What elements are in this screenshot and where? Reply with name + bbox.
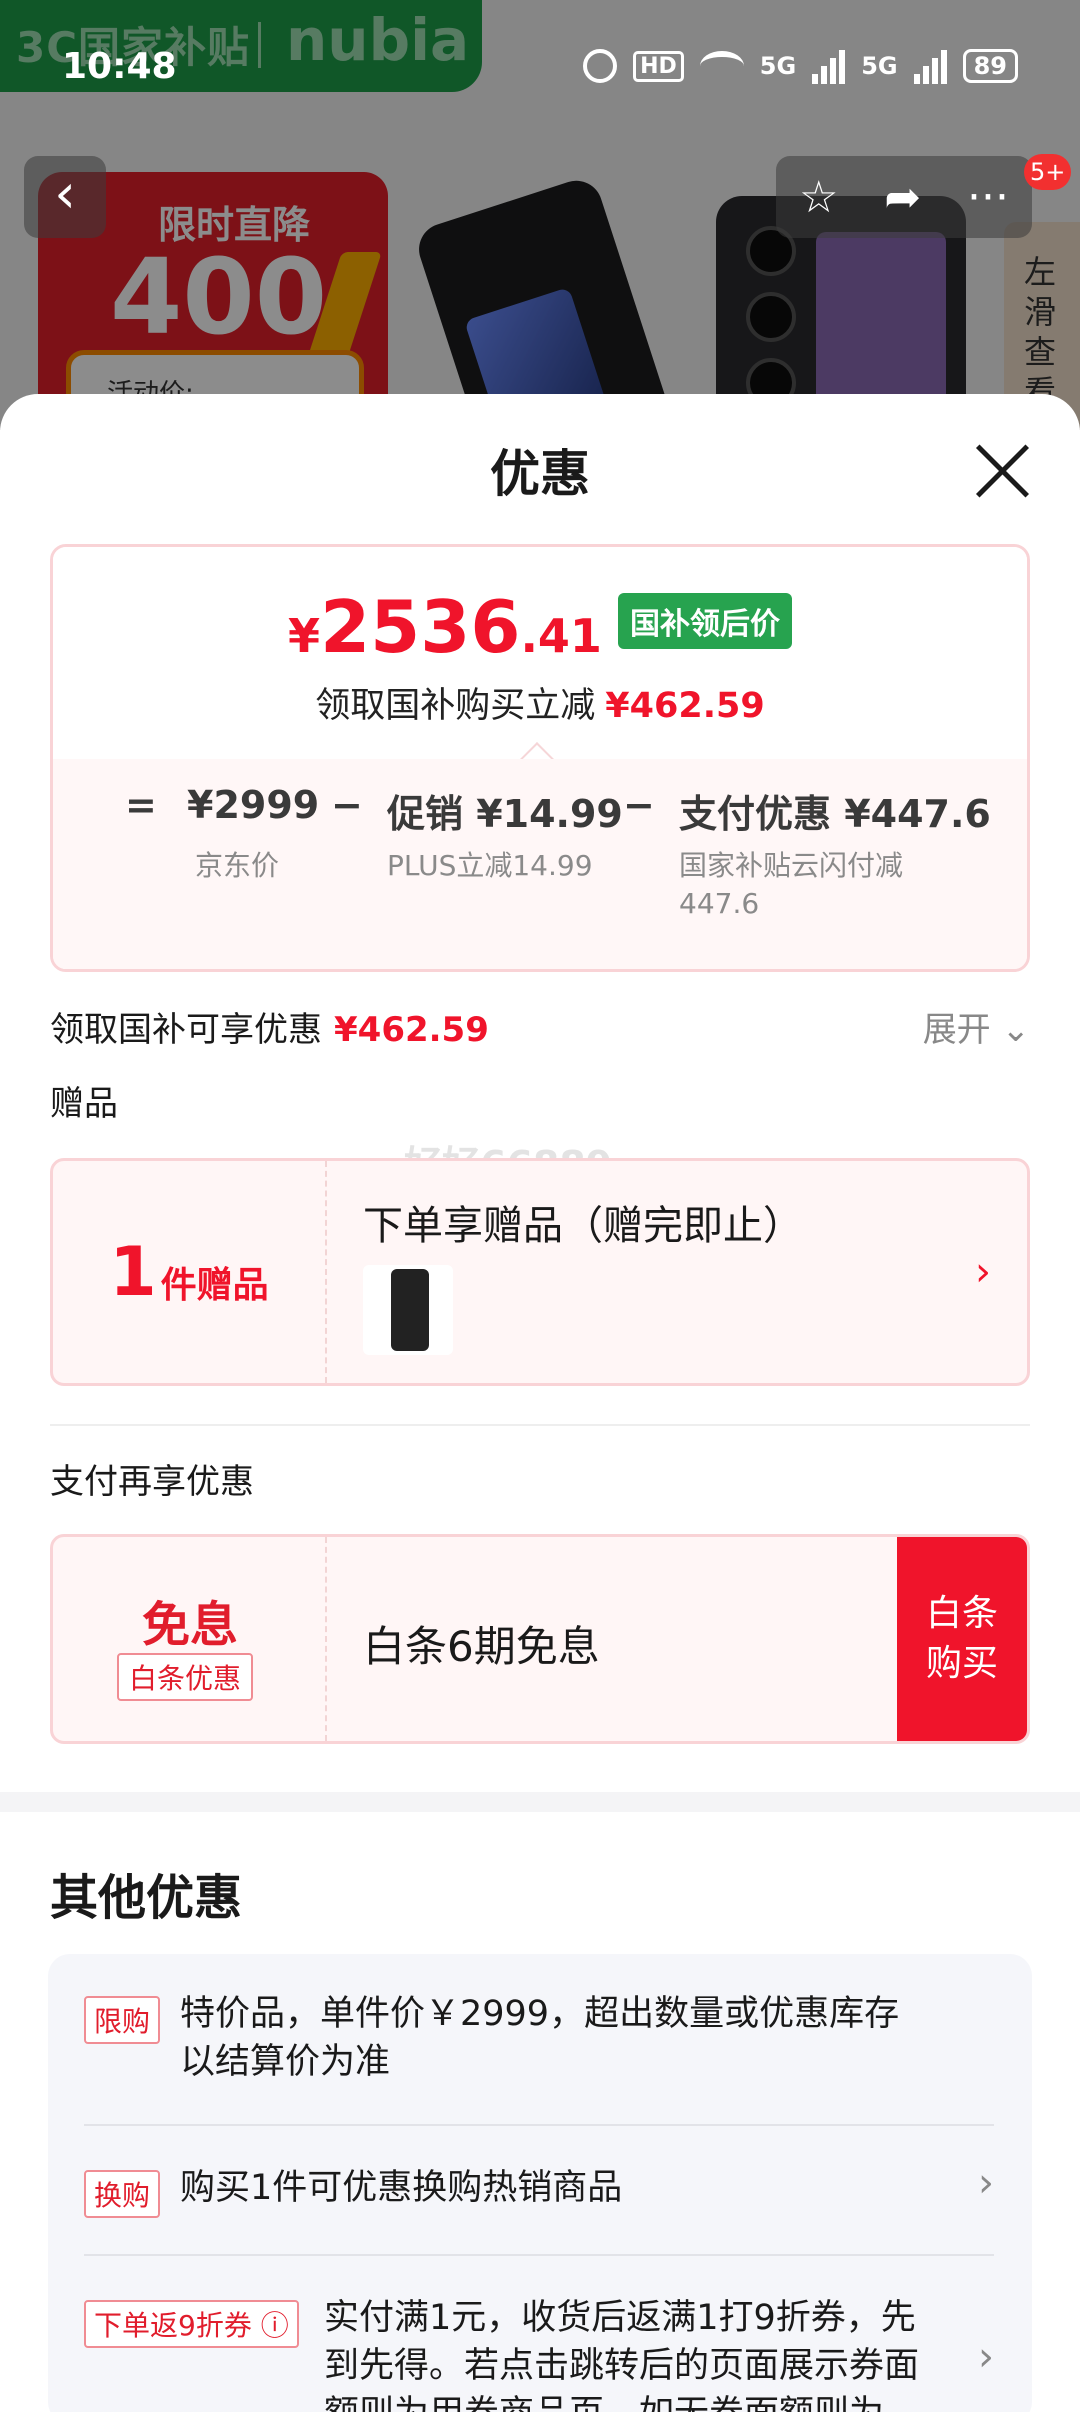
- promo-discount-label: PLUS立减14.99: [387, 849, 593, 882]
- chevron-right-icon: ›: [975, 1249, 991, 1295]
- gift-title: 下单享赠品（赠完即止）: [363, 1203, 803, 1249]
- share-icon[interactable]: ➦: [884, 172, 921, 223]
- battery-icon: 89: [962, 49, 1018, 83]
- payment-heading: 支付再享优惠: [50, 1462, 254, 1502]
- info-icon[interactable]: ⓘ: [261, 2309, 289, 2342]
- baitiao-buy-line1: 白条: [925, 1593, 998, 1634]
- baitiao-buy-line2: 购买: [925, 1643, 998, 1684]
- purchase-limit-text-2: 以结算价为准: [180, 2042, 391, 2082]
- price-integer: 2536: [320, 585, 521, 669]
- price-decimal: .41: [520, 609, 602, 663]
- other-offers-heading: 其他优惠: [50, 1870, 243, 1926]
- signal-icon: [913, 48, 947, 84]
- list-item: 限购 特价品，单件价￥2999，超出数量或优惠库存 以结算价为准: [84, 1990, 994, 2100]
- subsidy-save-label: 领取国补购买立减: [315, 686, 596, 726]
- minus-sign-2: −: [623, 783, 655, 827]
- message-badge: 5+: [1024, 154, 1072, 190]
- equals-sign: =: [125, 783, 157, 827]
- gift-card[interactable]: 1 件赠品 下单享赠品（赠完即止） ›: [50, 1158, 1030, 1386]
- subsidy-save-amount: ¥462.59: [605, 686, 765, 726]
- coupon-tag-label: 下单返9折券: [94, 2309, 252, 2342]
- chevron-left-icon: ‹: [54, 162, 76, 225]
- status-icons: HD 5G 5G 89: [583, 48, 1018, 84]
- coupon-text-1: 实付满1元，收货后返满1打9折券，先: [324, 2298, 916, 2338]
- coupon-text-3: 额则为用券商品页，如无券面额则为...: [324, 2390, 917, 2412]
- gift-thumbnail: [363, 1265, 453, 1355]
- price-breakdown-card: ¥ 2536 .41 国补领后价 领取国补购买立减 ¥462.59 = ¥2999…: [50, 544, 1030, 972]
- payment-discount-amount: 447.6: [679, 887, 760, 920]
- chevron-right-icon: ›: [978, 2334, 994, 2380]
- subsidy-discount-label: 领取国补可享优惠: [50, 1010, 322, 1050]
- more-icon[interactable]: ···: [967, 172, 1009, 223]
- chevron-right-icon: ›: [978, 2160, 994, 2206]
- network-5g-label-1: 5G: [759, 52, 797, 80]
- exchange-tag: 换购: [84, 2170, 161, 2218]
- expand-button[interactable]: 展开 ⌄: [923, 1002, 1030, 1051]
- baitiao-tag: 白条优惠: [117, 1653, 254, 1701]
- jd-price-label: 京东价: [195, 849, 280, 882]
- minus-sign-1: −: [331, 783, 363, 827]
- gift-heading: 赠品: [50, 1084, 118, 1124]
- sheet-title: 优惠: [490, 445, 590, 503]
- exchange-text: 购买1件可优惠换购热销商品: [180, 2168, 623, 2208]
- status-bar: 10:48 HD 5G 5G 89: [0, 0, 1080, 140]
- status-time: 10:48: [62, 46, 177, 87]
- expand-label: 展开: [922, 1010, 991, 1050]
- network-5g-label-2: 5G: [861, 52, 898, 80]
- discount-sheet: 优惠 ¥ 2536 .41 国补领后价 领取国补购买立减 ¥462.59 = ¥2…: [0, 394, 1080, 2412]
- currency-symbol: ¥: [288, 609, 321, 663]
- payment-discount-label: 国家补贴云闪付减: [679, 849, 904, 882]
- coupon-tag: 下单返9折券 ⓘ: [84, 2300, 299, 2348]
- alarm-icon: [583, 49, 618, 83]
- top-action-group: ☆ ➦ ···: [776, 156, 1032, 238]
- baitiao-offer-text: 白条6期免息: [363, 1622, 600, 1671]
- promo-discount: 促销 ¥14.99: [387, 792, 623, 836]
- payment-discount: 支付优惠 ¥447.6: [679, 792, 991, 836]
- list-item[interactable]: 下单返9折券 ⓘ 实付满1元，收货后返满1打9折券，先 到先得。若点击跳转后的页…: [84, 2294, 994, 2412]
- subsidy-discount-row: 领取国补可享优惠 ¥462.59 展开 ⌄: [50, 1002, 1030, 1062]
- gift-count-unit: 件赠品: [160, 1265, 269, 1306]
- list-item[interactable]: 换购 购买1件可优惠换购热销商品 ›: [84, 2160, 994, 2228]
- baitiao-buy-button[interactable]: 白条 购买: [897, 1537, 1027, 1741]
- baitiao-offer-card: 免息 白条优惠 白条6期免息 白条 购买: [50, 1534, 1030, 1744]
- purchase-limit-tag: 限购: [84, 1996, 161, 2044]
- gift-count: 1 件赠品: [53, 1161, 327, 1383]
- coupon-text-2: 到先得。若点击跳转后的页面展示券面: [324, 2346, 920, 2386]
- subsidy-price-tag: 国补领后价: [617, 593, 792, 649]
- signal-icon: [812, 48, 846, 84]
- close-icon[interactable]: [972, 440, 1034, 502]
- section-divider: [50, 1424, 1030, 1426]
- subsidy-save-line: 领取国补购买立减 ¥462.59: [53, 677, 1027, 728]
- star-icon[interactable]: ☆: [799, 172, 838, 223]
- jd-price: ¥2999: [187, 783, 320, 827]
- hd-icon: HD: [633, 50, 684, 82]
- gift-count-number: 1: [109, 1232, 157, 1312]
- back-button[interactable]: ‹: [24, 156, 106, 238]
- baitiao-offer-badge: 免息 白条优惠: [53, 1537, 327, 1741]
- wifi-icon: [699, 51, 744, 81]
- other-offers-list: 限购 特价品，单件价￥2999，超出数量或优惠库存 以结算价为准 换购 购买1件…: [48, 1954, 1032, 2412]
- purchase-limit-text-1: 特价品，单件价￥2999，超出数量或优惠库存: [180, 1994, 900, 2034]
- final-price: ¥ 2536 .41 国补领后价: [53, 585, 1027, 669]
- interest-free-label: 免息: [141, 1597, 238, 1653]
- list-separator: [84, 2124, 994, 2126]
- section-gap: [0, 1792, 1080, 1812]
- subsidy-discount-amount: ¥462.59: [334, 1010, 489, 1050]
- final-price-section: ¥ 2536 .41 国补领后价 领取国补购买立减 ¥462.59: [53, 547, 1027, 759]
- chevron-down-icon: ⌄: [1001, 1010, 1031, 1050]
- list-separator: [84, 2254, 994, 2256]
